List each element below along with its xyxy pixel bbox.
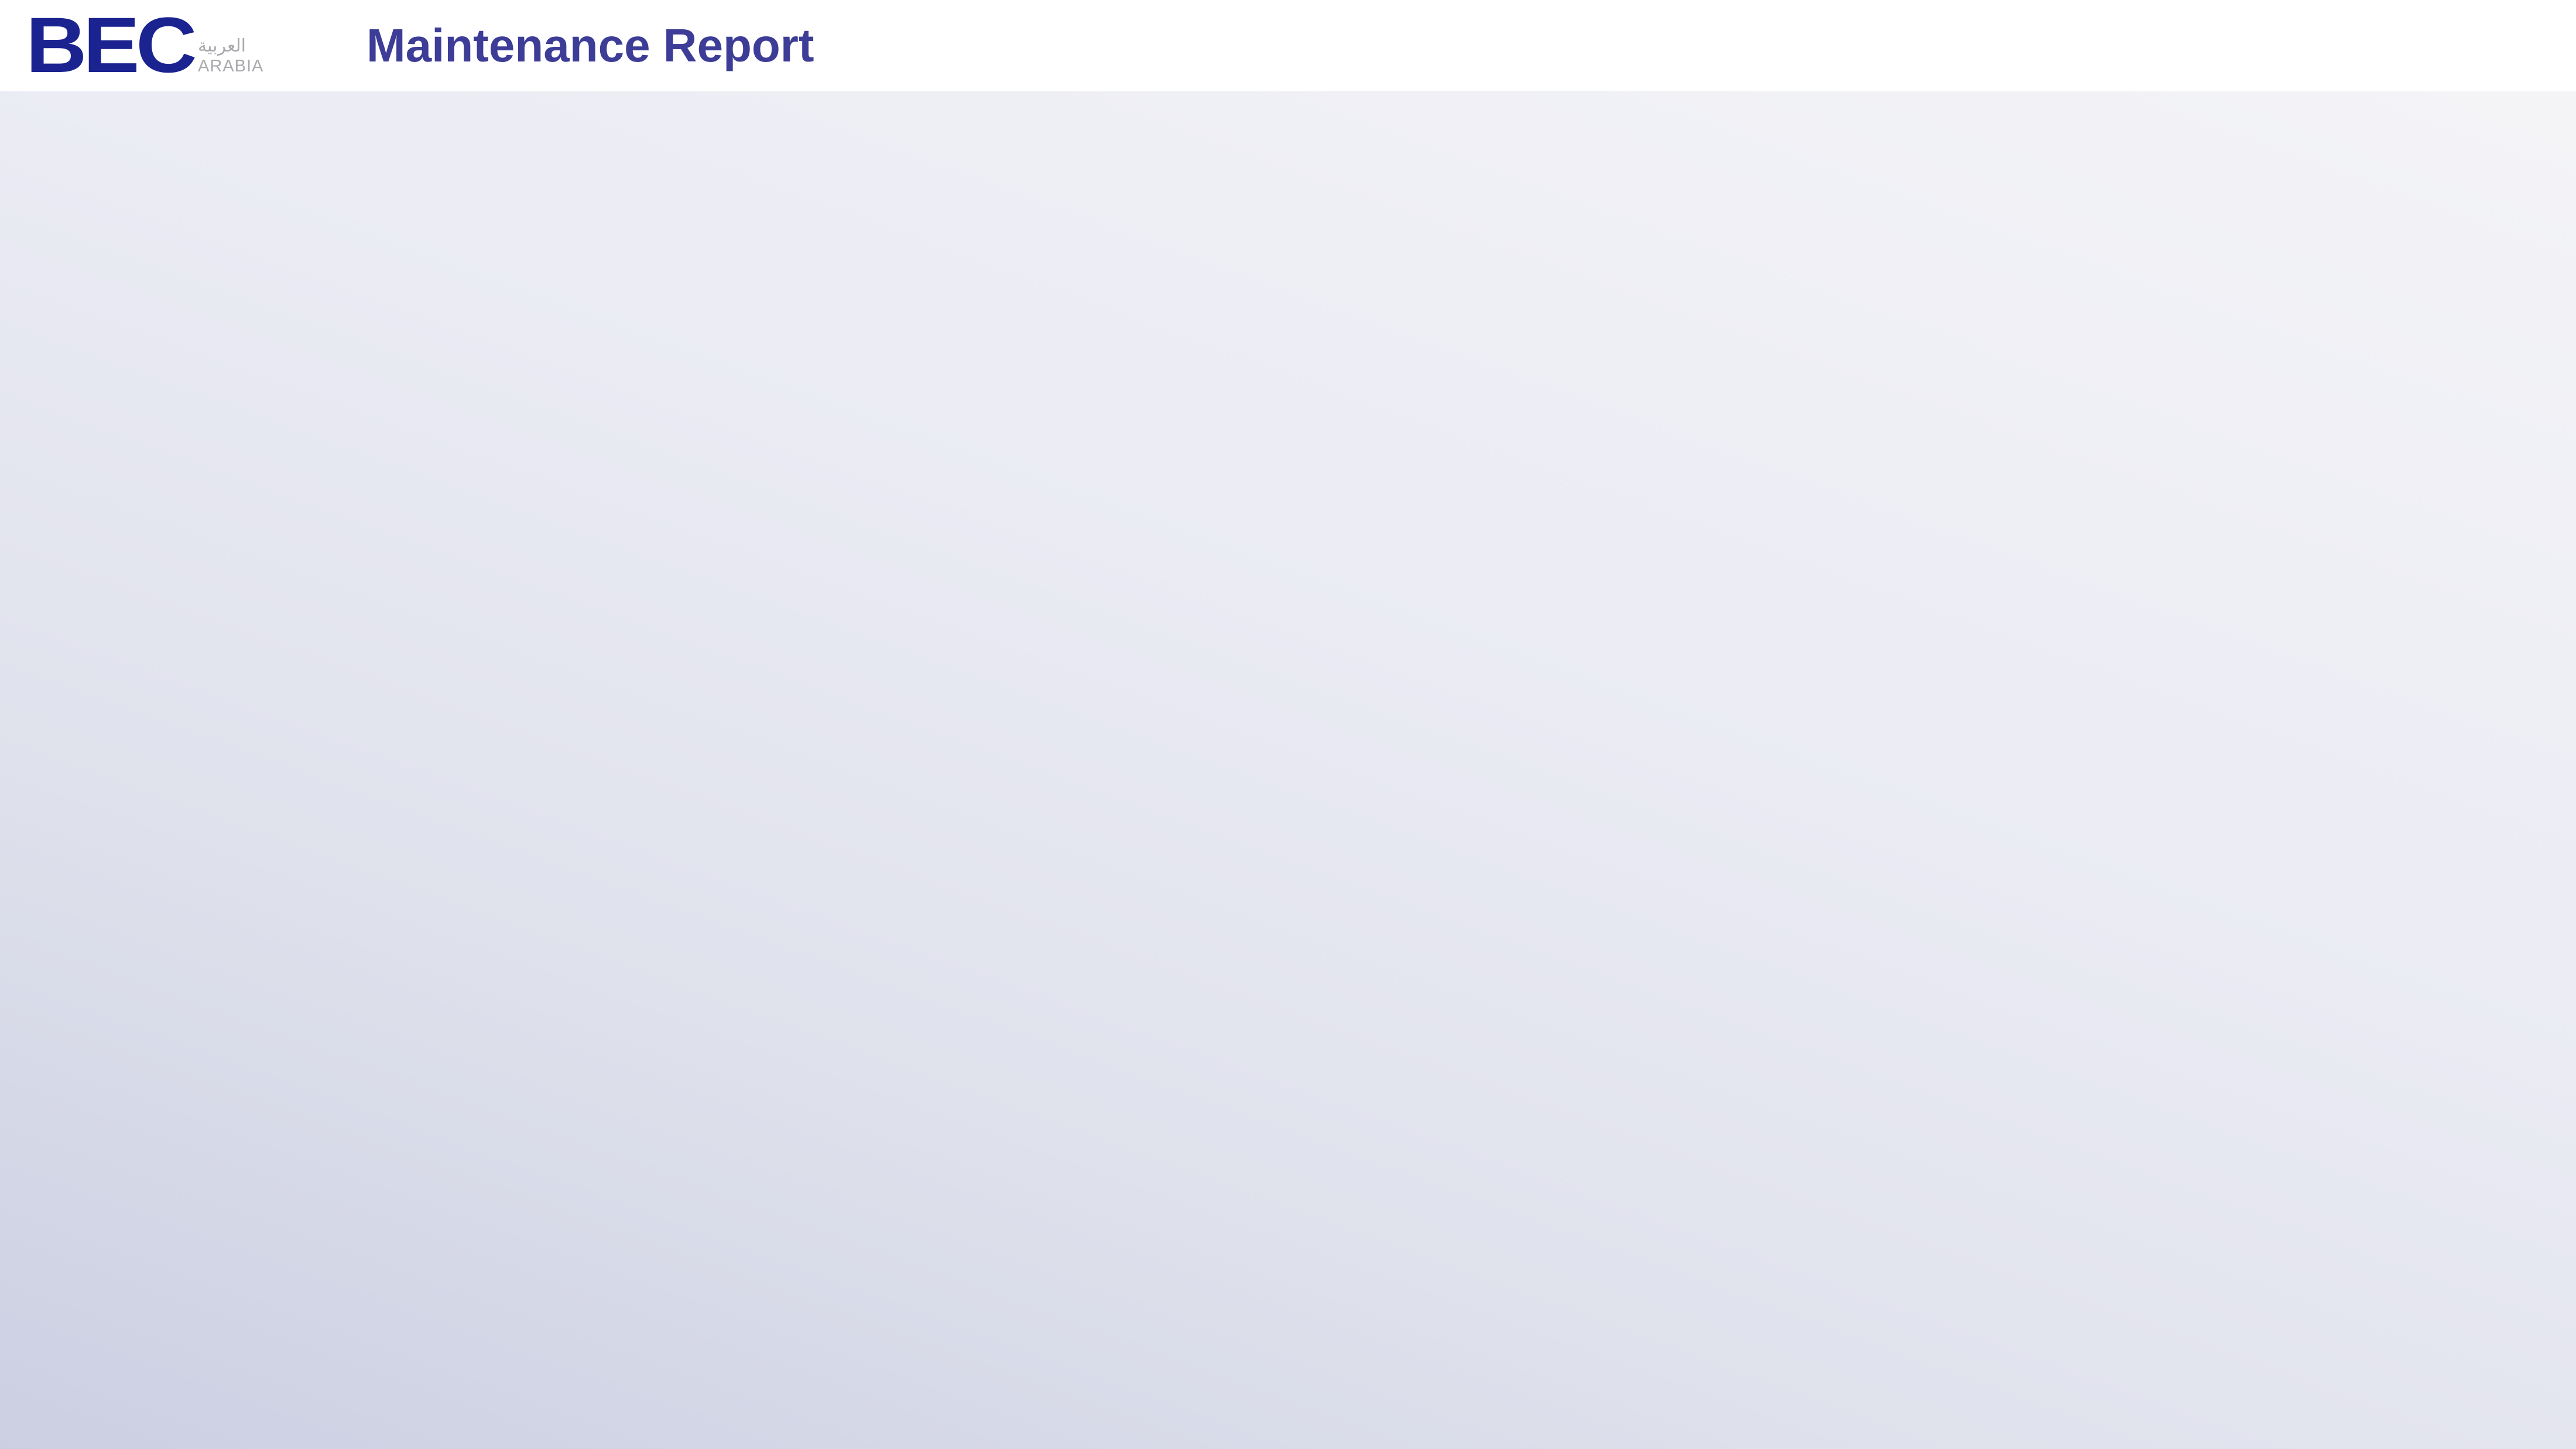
report-page: BEC العربية ARABIA Maintenance Report xyxy=(0,0,2576,1449)
report-content-area xyxy=(0,91,2576,1449)
top-header: BEC العربية ARABIA Maintenance Report xyxy=(0,0,2576,91)
logo-arabic-text: العربية xyxy=(198,36,246,56)
page-title: Maintenance Report xyxy=(366,19,814,71)
logo-latin-text: ARABIA xyxy=(198,57,264,76)
bec-arabia-logo: BEC العربية ARABIA xyxy=(26,2,263,89)
logo-mark: BEC xyxy=(26,2,197,89)
logo-subtitle: العربية ARABIA xyxy=(198,36,263,76)
